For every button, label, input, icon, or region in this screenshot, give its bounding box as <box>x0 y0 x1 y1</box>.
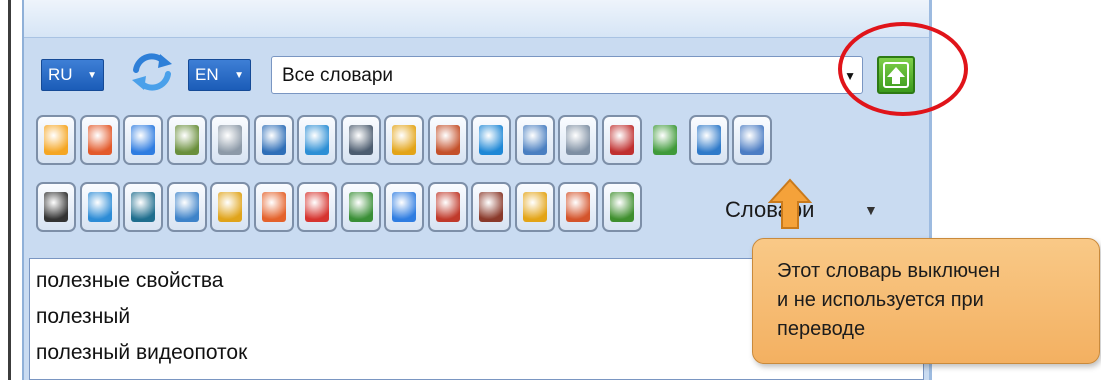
chat-icon <box>131 125 155 155</box>
dictionary-toggle-star-book[interactable] <box>515 182 555 232</box>
notepad-icon <box>88 125 112 155</box>
dictionary-toggle-message[interactable] <box>384 182 424 232</box>
disabled-dictionary-tooltip: Этот словарь выключен и не используется … <box>752 238 1100 364</box>
dictionary-toggle-ball[interactable] <box>36 182 76 232</box>
earth-icon <box>349 192 373 222</box>
tree-book-icon <box>610 192 634 222</box>
monitor-icon <box>262 125 286 155</box>
phone-icon <box>349 125 373 155</box>
dictionary-toggle-forklift[interactable] <box>210 182 250 232</box>
dictionary-toggle-building[interactable] <box>123 182 163 232</box>
dictionary-toggle-molecule[interactable] <box>297 182 337 232</box>
dictionary-toggle-torch[interactable] <box>254 182 294 232</box>
dictionary-toggle-registered[interactable] <box>558 115 598 165</box>
dictionary-toggle-globe[interactable] <box>471 115 511 165</box>
kids-book-icon <box>566 192 590 222</box>
dictionary-toggle-bus[interactable] <box>167 182 207 232</box>
message-icon <box>392 192 416 222</box>
dictionary-toggle-kids-book[interactable] <box>558 182 598 232</box>
panel-header-strip <box>24 0 929 38</box>
source-language-label: RU <box>48 65 73 84</box>
dictionary-toggle-tree-book[interactable] <box>602 182 642 232</box>
tooltip-line: переводе <box>777 318 866 340</box>
list-item[interactable]: полезный <box>36 303 130 331</box>
dictionary-select[interactable]: Все словари ▼ <box>271 56 863 94</box>
registered-icon <box>566 125 590 155</box>
magnet-icon <box>610 125 634 155</box>
swap-arrows-icon[interactable] <box>130 50 174 94</box>
coin-icon <box>392 125 416 155</box>
target-language-button[interactable]: EN ▼ <box>188 59 251 91</box>
globe-icon <box>479 125 503 155</box>
ball-icon <box>44 192 68 222</box>
dictionary-toggle-satellite[interactable] <box>297 115 337 165</box>
window-left-border <box>8 0 11 380</box>
dictionary-toggle-chat[interactable] <box>123 115 163 165</box>
statue-icon <box>175 125 199 155</box>
dictionary-toggle-earth[interactable] <box>341 182 381 232</box>
dictionary-toggle-head[interactable] <box>732 115 772 165</box>
dictionary-toggle-notepad[interactable] <box>80 115 120 165</box>
list-item[interactable]: полезный видеопоток <box>36 339 247 367</box>
gear-icon <box>88 192 112 222</box>
scales-icon <box>523 125 547 155</box>
source-language-button[interactable]: RU ▼ <box>41 59 104 91</box>
pointer-arrow-icon <box>768 178 812 229</box>
list-item[interactable]: полезные свойства <box>36 267 223 295</box>
speaker-icon <box>436 125 460 155</box>
dictionary-toggle-phone[interactable] <box>341 115 381 165</box>
molecule-icon <box>305 192 329 222</box>
target-language-label: EN <box>195 65 219 84</box>
head-icon <box>740 125 764 155</box>
dictionary-toggle-magnet[interactable] <box>602 115 642 165</box>
dictionary-toggle-coin[interactable] <box>384 115 424 165</box>
abc-book-icon <box>436 192 460 222</box>
chevron-down-icon: ▼ <box>87 70 97 81</box>
building-icon <box>131 192 155 222</box>
microscope-icon <box>697 125 721 155</box>
medical-icon <box>653 125 677 155</box>
satellite-icon <box>305 125 329 155</box>
star-book-icon <box>523 192 547 222</box>
dictionary-toggle-statue[interactable] <box>167 115 207 165</box>
dictionary-toggle-mouse[interactable] <box>210 115 250 165</box>
chevron-down-icon: ▼ <box>234 70 244 81</box>
dictionary-toggle-speaker[interactable] <box>428 115 468 165</box>
chevron-down-icon[interactable]: ▼ <box>864 194 878 226</box>
forklift-icon <box>218 192 242 222</box>
bus-icon <box>175 192 199 222</box>
dictionary-toggle-book[interactable] <box>36 115 76 165</box>
tooltip-line: и не используется при <box>777 289 984 311</box>
dictionary-toggle-microscope[interactable] <box>689 115 729 165</box>
dictionary-toggle-medical[interactable] <box>645 115 685 165</box>
dictionary-toggle-scales[interactable] <box>515 115 555 165</box>
book-icon <box>44 125 68 155</box>
tooltip-line: Этот словарь выключен <box>777 260 1001 282</box>
dictionary-toggle-monitor[interactable] <box>254 115 294 165</box>
highlight-ring <box>838 22 968 116</box>
mouse-icon <box>218 125 242 155</box>
torch-icon <box>262 192 286 222</box>
dictionary-select-value: Все словари <box>282 65 394 86</box>
dictionary-toggle-abc-book[interactable] <box>428 182 468 232</box>
dictionary-toggle-open-book[interactable] <box>471 182 511 232</box>
dictionary-toggle-gear[interactable] <box>80 182 120 232</box>
open-book-icon <box>479 192 503 222</box>
